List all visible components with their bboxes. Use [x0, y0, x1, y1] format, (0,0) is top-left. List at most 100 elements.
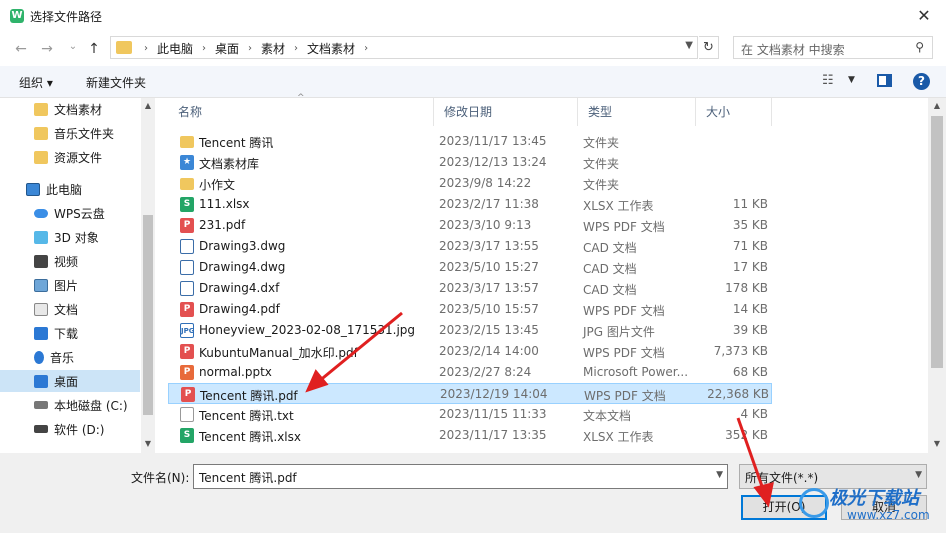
- breadcrumb: › 此电脑 › 桌面 › 素材 › 文档素材 ›: [135, 40, 377, 57]
- file-row[interactable]: ★ 文档素材库 2023/12/13 13:24 文件夹: [168, 152, 772, 173]
- breadcrumb-item[interactable]: 此电脑: [157, 40, 193, 57]
- file-row[interactable]: ▭ Drawing4.dxf 2023/3/17 13:57 CAD 文档 178 KB: [168, 278, 772, 299]
- sidebar-item-wendangsucai[interactable]: 文档素材: [0, 98, 140, 120]
- file-date: 2023/2/17 11:38: [439, 197, 539, 211]
- file-list-scrollbar-thumb[interactable]: [931, 116, 943, 368]
- scroll-up-icon[interactable]: ▲: [928, 101, 946, 110]
- image-icon: JPG: [180, 323, 194, 338]
- file-date: 2023/2/27 8:24: [439, 365, 532, 379]
- address-bar[interactable]: › 此电脑 › 桌面 › 素材 › 文档素材 › ▼: [110, 36, 698, 59]
- file-row[interactable]: P KubuntuManual_加水印.pdf 2023/2/14 14:00 WPS…: [168, 341, 772, 362]
- breadcrumb-separator: ›: [202, 43, 207, 54]
- scroll-down-icon[interactable]: ▼: [928, 439, 946, 448]
- chevron-down-icon[interactable]: ▼: [848, 75, 855, 85]
- scroll-down-icon[interactable]: ▼: [141, 439, 155, 448]
- spreadsheet-icon: S: [180, 428, 194, 443]
- sidebar-item-music-folder[interactable]: 音乐文件夹: [0, 122, 140, 144]
- search-input[interactable]: 在 文档素材 中搜索 ⚲: [733, 36, 933, 59]
- sidebar-item-resources[interactable]: 资源文件: [0, 146, 140, 168]
- watermark: 极光下载站 www.xz7.com: [795, 482, 941, 530]
- file-name: Tencent 腾讯.xlsx: [199, 430, 301, 444]
- breadcrumb-item[interactable]: 桌面: [215, 40, 239, 57]
- recent-locations-chevron-icon[interactable]: ⌄: [64, 36, 82, 58]
- chevron-down-icon[interactable]: ▼: [716, 470, 723, 480]
- sort-ascending-icon: ^: [297, 93, 305, 103]
- sidebar-item-drive-c[interactable]: 本地磁盘 (C:): [0, 394, 140, 416]
- cube-icon: [34, 230, 48, 244]
- breadcrumb-item[interactable]: 素材: [261, 40, 285, 57]
- disk-icon: [34, 425, 48, 433]
- file-row[interactable]: Pnormal.pptx 2023/2/27 8:24 Microsoft Powe…: [168, 362, 772, 383]
- file-row[interactable]: ≡ Tencent 腾讯.txt 2023/11/15 11:33 文本文档 4 KB: [168, 404, 772, 425]
- file-type: WPS PDF 文档: [583, 304, 665, 318]
- chevron-down-icon[interactable]: ▼: [685, 40, 693, 51]
- file-type: CAD 文档: [583, 262, 637, 276]
- sidebar-item-music[interactable]: 音乐: [0, 346, 140, 368]
- file-row[interactable]: P Tencent 腾讯.pdf 2023/12/19 14:04 WPS PDF 文…: [168, 383, 772, 404]
- column-header-type[interactable]: 类型: [578, 98, 696, 126]
- sidebar-item-downloads[interactable]: 下载: [0, 322, 140, 344]
- file-row[interactable]: S Tencent 腾讯.xlsx 2023/11/17 13:35 XLSX 工作表…: [168, 425, 772, 446]
- organize-button[interactable]: 组织 ▾: [19, 74, 53, 91]
- file-type: 文件夹: [583, 157, 620, 171]
- file-date: 2023/3/17 13:55: [439, 239, 539, 253]
- file-row[interactable]: S 111.xlsx 2023/2/17 11:38 XLSX 工作表 11 KB: [168, 194, 772, 215]
- sidebar-item-desktop[interactable]: 桌面: [0, 370, 140, 392]
- sidebar-item-documents[interactable]: 文档: [0, 298, 140, 320]
- file-row[interactable]: 小作文 2023/9/8 14:22 文件夹: [168, 173, 772, 194]
- cad-icon: ▭: [180, 281, 194, 296]
- music-icon: [34, 350, 44, 364]
- sidebar-scrollbar-thumb[interactable]: [143, 215, 153, 415]
- file-name: Drawing4.dwg: [199, 260, 286, 274]
- file-row[interactable]: ▭ Drawing4.dwg 2023/5/10 15:27 CAD 文档 17 KB: [168, 257, 772, 278]
- file-type: CAD 文档: [583, 283, 637, 297]
- navigation-pane: 文档素材 音乐文件夹 资源文件 此电脑 WPS云盘 3D 对象 视频 图片 文档…: [0, 98, 155, 453]
- breadcrumb-item[interactable]: 文档素材: [307, 40, 355, 57]
- file-size: 4 KB: [740, 407, 768, 421]
- view-options-icon[interactable]: ☷: [822, 73, 834, 88]
- file-size: 22,368 KB: [707, 387, 769, 401]
- file-date: 2023/3/17 13:57: [439, 281, 539, 295]
- sidebar-item-wps-cloud[interactable]: WPS云盘: [0, 202, 140, 224]
- file-row[interactable]: P 231.pdf 2023/3/10 9:13 WPS PDF 文档 35 KB: [168, 215, 772, 236]
- watermark-text: 极光下载站: [829, 488, 919, 509]
- file-size: 17 KB: [732, 260, 768, 274]
- up-arrow-icon[interactable]: ↑: [85, 38, 103, 60]
- library-icon: ★: [180, 155, 194, 170]
- column-header-size[interactable]: 大小: [696, 98, 772, 126]
- file-type: XLSX 工作表: [583, 430, 654, 444]
- file-type: Microsoft Power...: [583, 365, 689, 379]
- file-name: Tencent 腾讯.pdf: [200, 389, 298, 403]
- column-header-date[interactable]: 修改日期: [434, 98, 578, 126]
- file-name: 111.xlsx: [199, 197, 250, 211]
- file-type: CAD 文档: [583, 241, 637, 255]
- file-name: Tencent 腾讯.txt: [199, 409, 294, 423]
- file-row[interactable]: Tencent 腾讯 2023/11/17 13:45 文件夹: [168, 131, 772, 152]
- watermark-logo-icon: [799, 488, 829, 518]
- folder-icon: [180, 178, 194, 190]
- sidebar-item-videos[interactable]: 视频: [0, 250, 140, 272]
- file-row[interactable]: ▭ Drawing3.dwg 2023/3/17 13:55 CAD 文档 71 KB: [168, 236, 772, 257]
- sidebar-item-drive-d[interactable]: 软件 (D:): [0, 418, 140, 440]
- help-icon[interactable]: ?: [913, 73, 930, 90]
- file-name: Drawing3.dwg: [199, 239, 286, 253]
- refresh-icon[interactable]: ↻: [699, 36, 719, 59]
- filename-input[interactable]: Tencent 腾讯.pdf ▼: [193, 464, 728, 489]
- scroll-up-icon[interactable]: ▲: [141, 101, 155, 110]
- close-button[interactable]: ✕: [912, 4, 936, 28]
- sidebar-item-this-pc[interactable]: 此电脑: [0, 178, 140, 200]
- desktop-icon: [34, 374, 48, 388]
- forward-arrow-icon[interactable]: →: [38, 38, 56, 60]
- chevron-down-icon[interactable]: ▼: [915, 470, 922, 480]
- file-row[interactable]: JPG Honeyview_2023-02-08_171531.jpg 2023/2…: [168, 320, 772, 341]
- new-folder-button[interactable]: 新建文件夹: [86, 74, 146, 91]
- sidebar-item-pictures[interactable]: 图片: [0, 274, 140, 296]
- folder-icon: [116, 41, 132, 54]
- file-name: normal.pptx: [199, 365, 272, 379]
- file-row[interactable]: P Drawing4.pdf 2023/5/10 15:57 WPS PDF 文档 14…: [168, 299, 772, 320]
- download-icon: [34, 326, 48, 340]
- window-title: 选择文件路径: [30, 10, 103, 24]
- sidebar-item-3d-objects[interactable]: 3D 对象: [0, 226, 140, 248]
- back-arrow-icon[interactable]: ←: [12, 38, 30, 60]
- preview-pane-icon[interactable]: [877, 74, 892, 87]
